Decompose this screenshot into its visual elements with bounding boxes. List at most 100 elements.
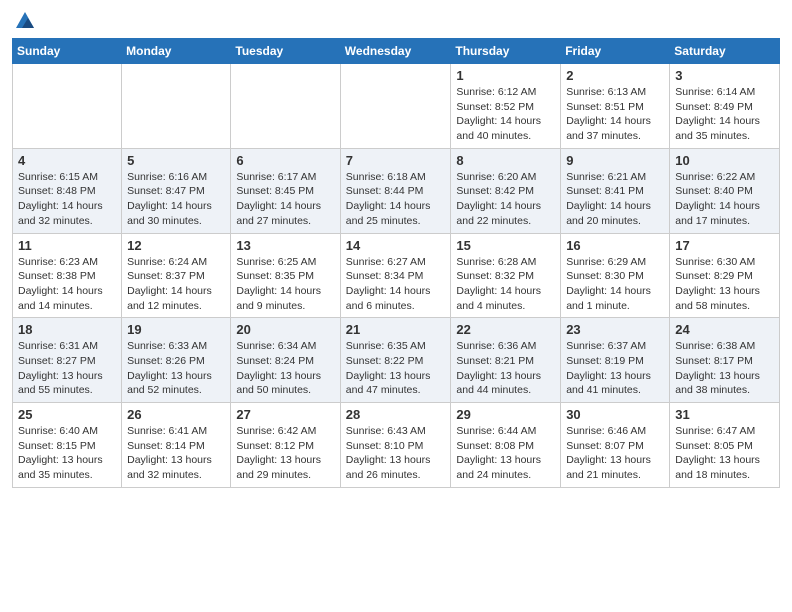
day-number: 12	[127, 238, 225, 253]
calendar-cell: 3 Sunrise: 6:14 AM Sunset: 8:49 PM Daylig…	[670, 64, 780, 149]
day-number: 8	[456, 153, 555, 168]
day-info: Sunrise: 6:20 AM Sunset: 8:42 PM Dayligh…	[456, 170, 555, 229]
calendar-cell: 18 Sunrise: 6:31 AM Sunset: 8:27 PM Dayli…	[13, 318, 122, 403]
calendar-cell: 16 Sunrise: 6:29 AM Sunset: 8:30 PM Dayli…	[561, 233, 670, 318]
day-info: Sunrise: 6:43 AM Sunset: 8:10 PM Dayligh…	[346, 424, 446, 483]
calendar-cell: 9 Sunrise: 6:21 AM Sunset: 8:41 PM Daylig…	[561, 148, 670, 233]
calendar-cell: 4 Sunrise: 6:15 AM Sunset: 8:48 PM Daylig…	[13, 148, 122, 233]
calendar-cell: 28 Sunrise: 6:43 AM Sunset: 8:10 PM Dayli…	[340, 403, 451, 488]
calendar-week-row: 11 Sunrise: 6:23 AM Sunset: 8:38 PM Dayli…	[13, 233, 780, 318]
calendar-cell: 15 Sunrise: 6:28 AM Sunset: 8:32 PM Dayli…	[451, 233, 561, 318]
day-number: 18	[18, 322, 116, 337]
day-info: Sunrise: 6:22 AM Sunset: 8:40 PM Dayligh…	[675, 170, 774, 229]
calendar-cell	[122, 64, 231, 149]
day-number: 10	[675, 153, 774, 168]
calendar-cell: 13Sunrise: 6:25 AM Sunset: 8:35 PM Dayli…	[231, 233, 340, 318]
calendar-cell: 24 Sunrise: 6:38 AM Sunset: 8:17 PM Dayli…	[670, 318, 780, 403]
calendar-header-row: SundayMondayTuesdayWednesdayThursdayFrid…	[13, 39, 780, 64]
day-number: 6	[236, 153, 334, 168]
day-info: Sunrise: 6:29 AM Sunset: 8:30 PM Dayligh…	[566, 255, 664, 314]
calendar-week-row: 25 Sunrise: 6:40 AM Sunset: 8:15 PM Dayli…	[13, 403, 780, 488]
logo-icon	[14, 10, 36, 32]
calendar-header-sunday: Sunday	[13, 39, 122, 64]
day-number: 7	[346, 153, 446, 168]
calendar-cell: 6 Sunrise: 6:17 AM Sunset: 8:45 PM Daylig…	[231, 148, 340, 233]
day-number: 9	[566, 153, 664, 168]
day-number: 15	[456, 238, 555, 253]
day-info: Sunrise: 6:17 AM Sunset: 8:45 PM Dayligh…	[236, 170, 334, 229]
calendar-cell: 25 Sunrise: 6:40 AM Sunset: 8:15 PM Dayli…	[13, 403, 122, 488]
calendar-cell	[340, 64, 451, 149]
calendar-cell: 22Sunrise: 6:36 AM Sunset: 8:21 PM Dayli…	[451, 318, 561, 403]
page: SundayMondayTuesdayWednesdayThursdayFrid…	[0, 0, 792, 612]
day-info: Sunrise: 6:23 AM Sunset: 8:38 PM Dayligh…	[18, 255, 116, 314]
calendar-header-wednesday: Wednesday	[340, 39, 451, 64]
logo	[12, 10, 36, 32]
calendar-cell: 23 Sunrise: 6:37 AM Sunset: 8:19 PM Dayli…	[561, 318, 670, 403]
calendar-cell: 2 Sunrise: 6:13 AM Sunset: 8:51 PM Daylig…	[561, 64, 670, 149]
day-number: 29	[456, 407, 555, 422]
calendar-week-row: 1 Sunrise: 6:12 AM Sunset: 8:52 PM Daylig…	[13, 64, 780, 149]
calendar-cell: 11 Sunrise: 6:23 AM Sunset: 8:38 PM Dayli…	[13, 233, 122, 318]
calendar-header-tuesday: Tuesday	[231, 39, 340, 64]
day-info: Sunrise: 6:24 AM Sunset: 8:37 PM Dayligh…	[127, 255, 225, 314]
day-info: Sunrise: 6:12 AM Sunset: 8:52 PM Dayligh…	[456, 85, 555, 144]
calendar-cell: 26 Sunrise: 6:41 AM Sunset: 8:14 PM Dayli…	[122, 403, 231, 488]
day-number: 26	[127, 407, 225, 422]
day-number: 17	[675, 238, 774, 253]
day-number: 22	[456, 322, 555, 337]
calendar-cell: 10 Sunrise: 6:22 AM Sunset: 8:40 PM Dayli…	[670, 148, 780, 233]
day-info: Sunrise: 6:40 AM Sunset: 8:15 PM Dayligh…	[18, 424, 116, 483]
day-number: 28	[346, 407, 446, 422]
day-number: 11	[18, 238, 116, 253]
calendar-header-thursday: Thursday	[451, 39, 561, 64]
day-number: 23	[566, 322, 664, 337]
calendar-cell: 8 Sunrise: 6:20 AM Sunset: 8:42 PM Daylig…	[451, 148, 561, 233]
calendar-week-row: 18 Sunrise: 6:31 AM Sunset: 8:27 PM Dayli…	[13, 318, 780, 403]
calendar-cell: 12 Sunrise: 6:24 AM Sunset: 8:37 PM Dayli…	[122, 233, 231, 318]
calendar-cell: 5Sunrise: 6:16 AM Sunset: 8:47 PM Daylig…	[122, 148, 231, 233]
day-number: 24	[675, 322, 774, 337]
day-number: 21	[346, 322, 446, 337]
day-info: Sunrise: 6:27 AM Sunset: 8:34 PM Dayligh…	[346, 255, 446, 314]
calendar-cell: 21 Sunrise: 6:35 AM Sunset: 8:22 PM Dayli…	[340, 318, 451, 403]
calendar: SundayMondayTuesdayWednesdayThursdayFrid…	[12, 38, 780, 488]
calendar-cell: 14Sunrise: 6:27 AM Sunset: 8:34 PM Dayli…	[340, 233, 451, 318]
day-info: Sunrise: 6:13 AM Sunset: 8:51 PM Dayligh…	[566, 85, 664, 144]
day-info: Sunrise: 6:30 AM Sunset: 8:29 PM Dayligh…	[675, 255, 774, 314]
calendar-cell: 20Sunrise: 6:34 AM Sunset: 8:24 PM Dayli…	[231, 318, 340, 403]
calendar-cell: 17 Sunrise: 6:30 AM Sunset: 8:29 PM Dayli…	[670, 233, 780, 318]
calendar-cell: 27Sunrise: 6:42 AM Sunset: 8:12 PM Dayli…	[231, 403, 340, 488]
calendar-cell: 30Sunrise: 6:46 AM Sunset: 8:07 PM Dayli…	[561, 403, 670, 488]
day-number: 3	[675, 68, 774, 83]
calendar-cell: 19Sunrise: 6:33 AM Sunset: 8:26 PM Dayli…	[122, 318, 231, 403]
day-info: Sunrise: 6:38 AM Sunset: 8:17 PM Dayligh…	[675, 339, 774, 398]
day-info: Sunrise: 6:18 AM Sunset: 8:44 PM Dayligh…	[346, 170, 446, 229]
day-info: Sunrise: 6:34 AM Sunset: 8:24 PM Dayligh…	[236, 339, 334, 398]
day-info: Sunrise: 6:21 AM Sunset: 8:41 PM Dayligh…	[566, 170, 664, 229]
day-info: Sunrise: 6:28 AM Sunset: 8:32 PM Dayligh…	[456, 255, 555, 314]
calendar-cell	[13, 64, 122, 149]
day-number: 19	[127, 322, 225, 337]
calendar-week-row: 4 Sunrise: 6:15 AM Sunset: 8:48 PM Daylig…	[13, 148, 780, 233]
day-number: 1	[456, 68, 555, 83]
calendar-cell: 31 Sunrise: 6:47 AM Sunset: 8:05 PM Dayli…	[670, 403, 780, 488]
day-info: Sunrise: 6:37 AM Sunset: 8:19 PM Dayligh…	[566, 339, 664, 398]
day-info: Sunrise: 6:31 AM Sunset: 8:27 PM Dayligh…	[18, 339, 116, 398]
day-info: Sunrise: 6:16 AM Sunset: 8:47 PM Dayligh…	[127, 170, 225, 229]
day-number: 4	[18, 153, 116, 168]
day-number: 16	[566, 238, 664, 253]
day-number: 31	[675, 407, 774, 422]
header	[12, 10, 780, 32]
day-info: Sunrise: 6:47 AM Sunset: 8:05 PM Dayligh…	[675, 424, 774, 483]
day-info: Sunrise: 6:41 AM Sunset: 8:14 PM Dayligh…	[127, 424, 225, 483]
calendar-cell	[231, 64, 340, 149]
day-number: 2	[566, 68, 664, 83]
day-number: 25	[18, 407, 116, 422]
day-info: Sunrise: 6:15 AM Sunset: 8:48 PM Dayligh…	[18, 170, 116, 229]
day-info: Sunrise: 6:14 AM Sunset: 8:49 PM Dayligh…	[675, 85, 774, 144]
day-number: 13	[236, 238, 334, 253]
calendar-cell: 29Sunrise: 6:44 AM Sunset: 8:08 PM Dayli…	[451, 403, 561, 488]
calendar-cell: 7 Sunrise: 6:18 AM Sunset: 8:44 PM Daylig…	[340, 148, 451, 233]
day-info: Sunrise: 6:35 AM Sunset: 8:22 PM Dayligh…	[346, 339, 446, 398]
